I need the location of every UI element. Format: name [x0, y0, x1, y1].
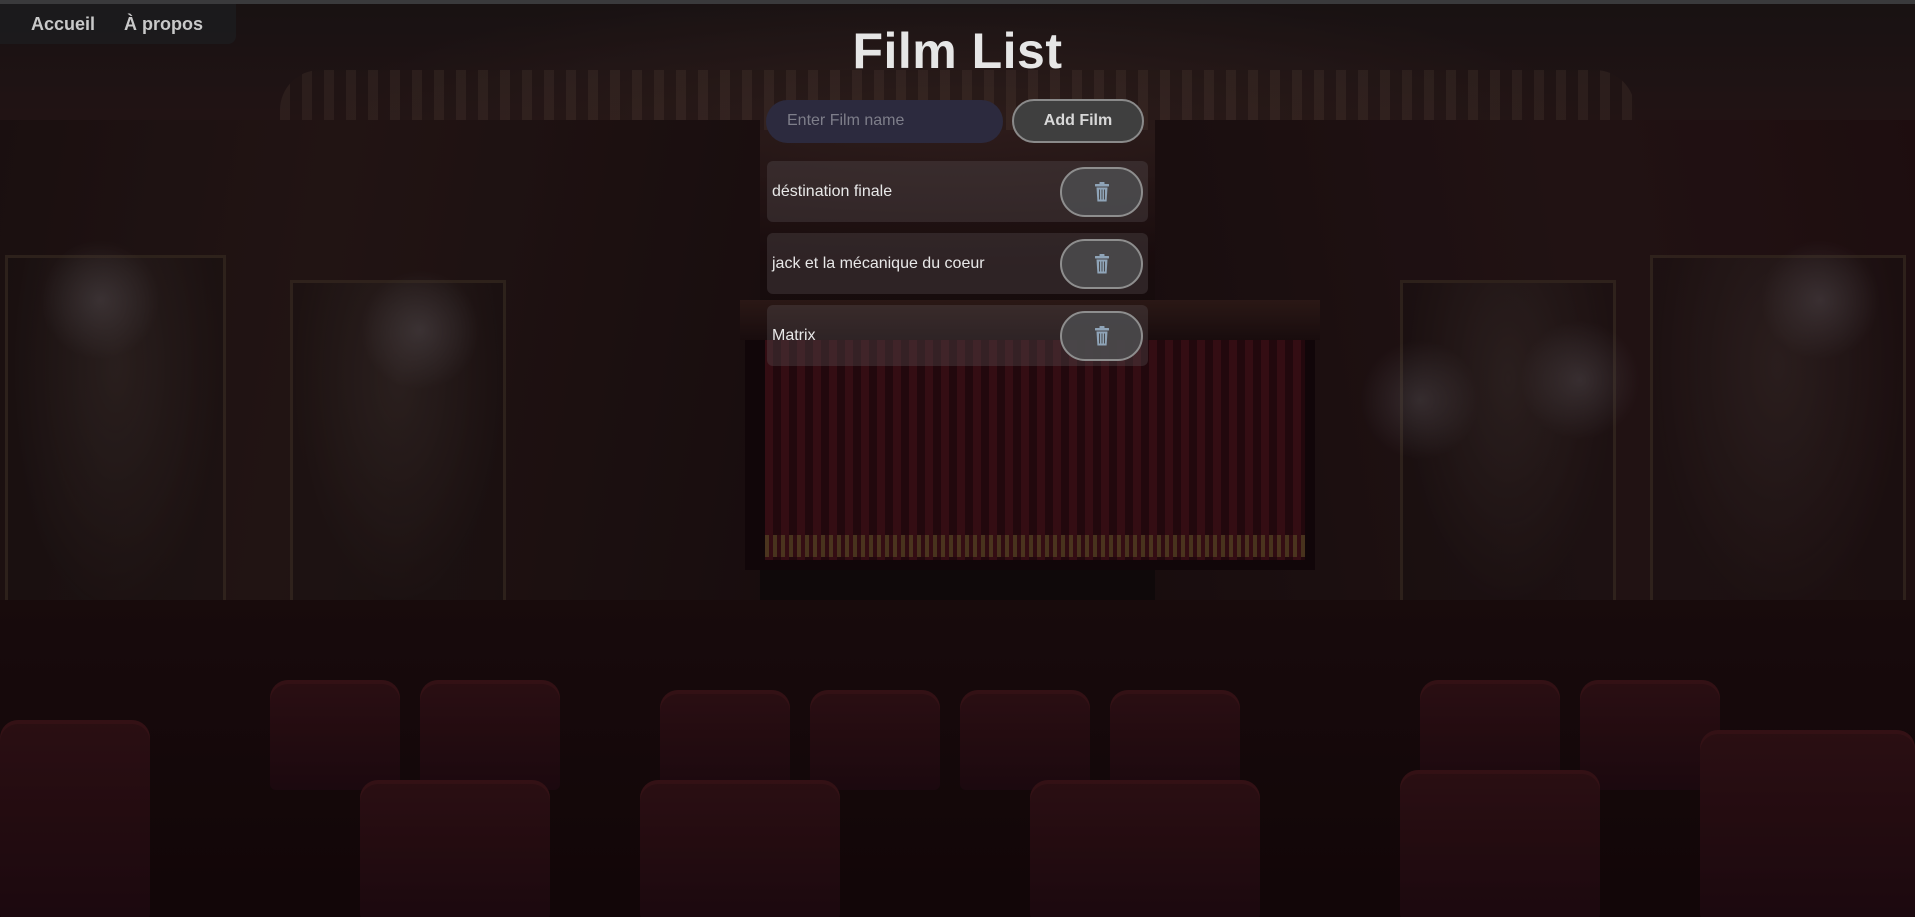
delete-film-button[interactable] [1060, 310, 1143, 361]
film-list-item: Matrix [767, 305, 1148, 366]
delete-film-button[interactable] [1060, 238, 1143, 289]
page-title: Film List [852, 23, 1063, 79]
page: Accueil À propos Film List Add Film dést… [0, 0, 1915, 917]
trash-icon [1094, 181, 1109, 201]
delete-film-button[interactable] [1060, 166, 1143, 217]
trash-icon [1094, 325, 1109, 345]
film-name: déstination finale [772, 182, 893, 200]
film-list: déstination finale jack et la mécanique … [767, 161, 1148, 377]
top-edge-line [0, 0, 1915, 4]
film-list-item: déstination finale [767, 161, 1148, 222]
add-film-form: Add Film [766, 99, 1144, 143]
film-name-input[interactable] [766, 99, 1003, 143]
film-list-item: jack et la mécanique du coeur [767, 233, 1148, 294]
film-name: jack et la mécanique du coeur [772, 254, 985, 272]
film-name: Matrix [772, 326, 816, 344]
add-film-button[interactable]: Add Film [1012, 99, 1144, 143]
trash-icon [1094, 253, 1109, 273]
